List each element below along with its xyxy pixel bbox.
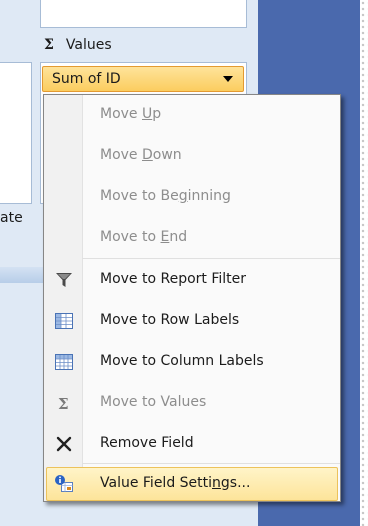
menu-separator [82, 463, 340, 464]
values-title: Values [65, 37, 112, 53]
menu-item-label: Move to Column Labels [100, 353, 264, 369]
dropdown-arrow-icon[interactable] [223, 76, 233, 82]
remove-x-icon [54, 434, 74, 454]
menu-item-label: Move to Values [100, 394, 207, 410]
sigma-icon: Σ [44, 37, 54, 53]
row-labels-area-box[interactable] [0, 62, 32, 204]
values-area-label: Σ Values [44, 37, 112, 53]
menu-item-move-to-column-labels[interactable]: Move to Column Labels [46, 345, 338, 379]
field-context-menu: Move Up Move Down Move to Beginning Move… [43, 94, 341, 502]
field-button-label: Sum of ID [52, 71, 121, 87]
filter-icon [54, 270, 74, 290]
field-area-box-top[interactable] [40, 0, 247, 28]
menu-item-remove-field[interactable]: Remove Field [46, 427, 338, 461]
row-labels-icon [54, 311, 74, 331]
value-field-settings-icon [54, 474, 74, 494]
menu-item-move-to-values[interactable]: Σ Move to Values [46, 386, 338, 420]
menu-item-move-down[interactable]: Move Down [46, 139, 338, 173]
menu-item-label: Move Up [100, 106, 162, 122]
menu-item-move-to-report-filter[interactable]: Move to Report Filter [46, 263, 338, 297]
menu-item-label: Move Down [100, 147, 182, 163]
menu-item-move-to-beginning[interactable]: Move to Beginning [46, 180, 338, 214]
column-labels-icon [54, 352, 74, 372]
menu-item-label: Remove Field [100, 435, 194, 451]
menu-separator [82, 258, 340, 259]
svg-text:Σ: Σ [58, 395, 69, 413]
defer-update-label: ate [0, 210, 23, 226]
menu-item-move-up[interactable]: Move Up [46, 98, 338, 132]
menu-item-label: Move to Row Labels [100, 312, 240, 328]
menu-item-label: Value Field Settings... [100, 475, 251, 491]
menu-item-label: Move to Report Filter [100, 271, 247, 287]
menu-item-move-to-end[interactable]: Move to End [46, 221, 338, 255]
menu-item-label: Move to Beginning [100, 188, 231, 204]
sigma-icon: Σ [54, 393, 74, 413]
menu-item-move-to-row-labels[interactable]: Move to Row Labels [46, 304, 338, 338]
sum-of-id-field-button[interactable]: Sum of ID [42, 66, 244, 92]
menu-item-value-field-settings[interactable]: Value Field Settings... [46, 467, 338, 501]
menu-item-label: Move to End [100, 229, 188, 245]
